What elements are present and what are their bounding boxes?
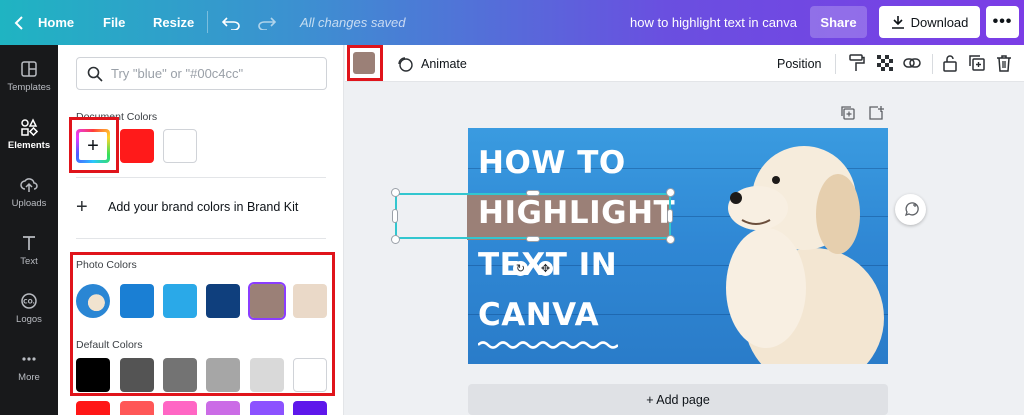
templates-icon (21, 60, 37, 77)
resize-handle[interactable] (391, 188, 400, 197)
animate-button[interactable]: Animate (397, 45, 467, 82)
wavy-underline (478, 341, 618, 349)
link-icon[interactable] (902, 53, 922, 73)
sidebar-item-uploads[interactable]: Uploads (0, 165, 58, 219)
save-status: All changes saved (300, 15, 406, 30)
animate-icon (398, 56, 413, 72)
default-color-swatch[interactable] (293, 401, 327, 415)
text-icon (23, 235, 35, 250)
brand-kit-link[interactable]: + Add your brand colors in Brand Kit (76, 195, 298, 219)
rotate-icon[interactable]: ↻ (513, 261, 528, 276)
color-search-input[interactable]: Try "blue" or "#00c4cc" (76, 57, 327, 90)
move-icon[interactable]: ✥ (538, 261, 553, 276)
document-color-swatch[interactable] (120, 129, 154, 163)
side-handle[interactable] (392, 209, 398, 223)
more-options-button[interactable]: ••• (986, 6, 1019, 38)
toolbar-divider (932, 54, 933, 74)
chevron-left-icon (14, 15, 23, 30)
trash-icon[interactable] (994, 53, 1014, 73)
default-color-swatch[interactable] (163, 401, 197, 415)
sidebar-label: Logos (16, 313, 42, 325)
resize-handle[interactable] (666, 188, 675, 197)
elements-icon (21, 117, 38, 136)
plus-icon: + (76, 195, 88, 218)
share-button[interactable]: Share (810, 6, 867, 38)
comment-button[interactable] (895, 194, 926, 225)
document-title[interactable]: how to highlight text in canva (630, 0, 797, 45)
top-handle[interactable] (526, 190, 540, 196)
toolbar-divider (835, 54, 836, 74)
top-bar: Home File Resize All changes saved how t… (0, 0, 1024, 45)
headline-line-1: HOW TO (478, 145, 626, 181)
redo-icon (258, 16, 276, 30)
lock-icon[interactable] (940, 53, 960, 73)
sidebar-item-logos[interactable]: CO. Logos (0, 281, 58, 335)
redo-button[interactable] (258, 0, 276, 45)
topbar-divider (207, 11, 208, 33)
document-color-swatch[interactable] (163, 129, 197, 163)
svg-text:CO.: CO. (23, 298, 35, 305)
sidebar-item-templates[interactable]: Templates (0, 49, 58, 103)
download-label: Download (910, 14, 969, 30)
paint-roller-icon[interactable] (847, 53, 867, 73)
sidebar-label: More (18, 371, 40, 383)
position-button[interactable]: Position (777, 45, 821, 82)
add-page-button[interactable]: + Add page (468, 384, 888, 415)
color-panel: Try "blue" or "#00c4cc" Document Colors … (58, 45, 344, 415)
side-handle[interactable] (667, 209, 673, 223)
add-comment-icon (904, 201, 919, 216)
context-toolbar: Animate Position (345, 45, 1024, 82)
brand-kit-label: Add your brand colors in Brand Kit (108, 200, 299, 214)
home-button[interactable]: Home (14, 0, 74, 45)
sidebar-label: Elements (7, 139, 51, 151)
resize-menu[interactable]: Resize (153, 0, 194, 45)
sidebar-item-more[interactable]: More (0, 339, 58, 393)
animate-label: Animate (421, 56, 467, 71)
annotation-highlight-add-color (69, 117, 119, 173)
bottom-handle[interactable] (526, 236, 540, 242)
sidebar-item-elements[interactable]: Elements (0, 107, 58, 161)
default-color-swatch[interactable] (206, 401, 240, 415)
sidebar-label: Templates (7, 81, 51, 93)
logos-icon: CO. (21, 292, 37, 309)
more-dots-icon (22, 356, 36, 361)
download-icon (891, 16, 904, 29)
default-color-swatch[interactable] (76, 401, 110, 415)
divider (76, 177, 326, 178)
puppy-image (726, 146, 884, 364)
resize-handle[interactable] (666, 235, 675, 244)
divider (76, 238, 326, 239)
undo-button[interactable] (222, 0, 240, 45)
search-icon (87, 66, 103, 82)
sidebar-item-text[interactable]: Text (0, 223, 58, 277)
default-color-swatch[interactable] (250, 401, 284, 415)
transparency-icon[interactable] (875, 53, 895, 73)
resize-handle[interactable] (391, 235, 400, 244)
search-placeholder: Try "blue" or "#00c4cc" (111, 66, 244, 81)
add-page-icon[interactable] (868, 105, 884, 121)
sidebar-label: Text (20, 255, 38, 267)
uploads-icon (20, 177, 38, 192)
file-menu[interactable]: File (103, 0, 125, 45)
undo-icon (222, 16, 240, 30)
sidebar-label: Uploads (11, 197, 47, 209)
annotation-highlight-photo-default-colors (70, 252, 335, 396)
default-color-swatch[interactable] (120, 401, 154, 415)
home-label: Home (38, 15, 75, 30)
duplicate-page-icon[interactable] (840, 105, 856, 121)
text-selection-box[interactable] (395, 193, 671, 239)
duplicate-icon[interactable] (967, 53, 987, 73)
download-button[interactable]: Download (879, 6, 980, 38)
headline-line-4: CANVA (478, 297, 600, 333)
annotation-highlight-color-button (347, 45, 383, 81)
left-sidebar: Templates Elements Uploads Text CO. Logo… (0, 45, 58, 415)
